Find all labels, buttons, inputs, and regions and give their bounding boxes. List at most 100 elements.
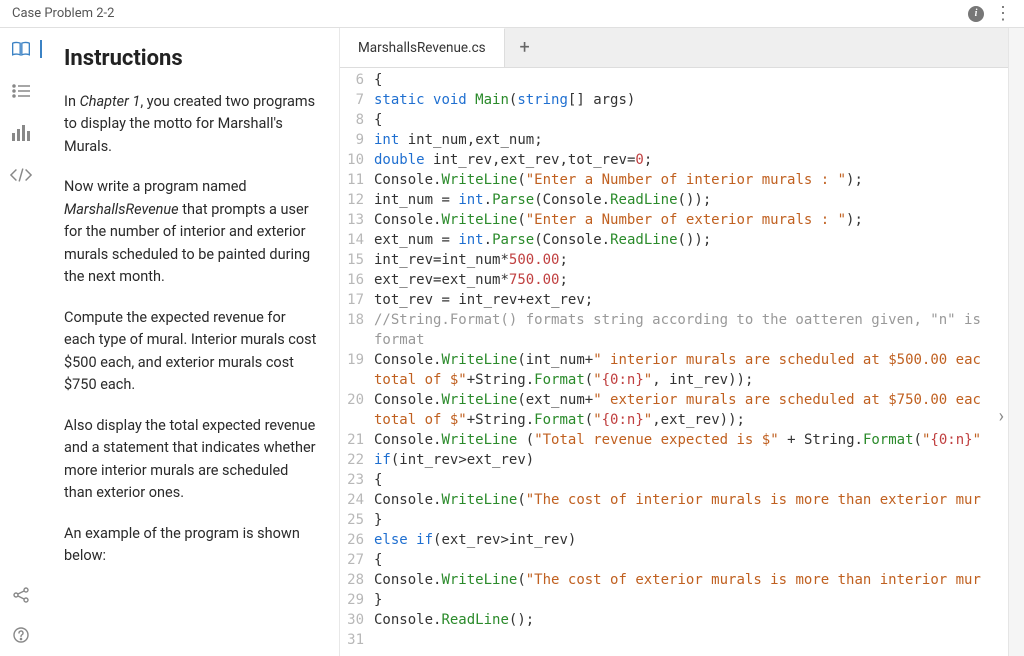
code-line[interactable]: 17tot_rev = int_rev+ext_rev; <box>340 290 1008 310</box>
code-line[interactable]: 14ext_num = int.Parse(Console.ReadLine()… <box>340 230 1008 250</box>
line-number: 26 <box>340 530 374 550</box>
instructions-paragraph: Now write a program named MarshallsReven… <box>64 176 317 288</box>
code-line[interactable]: 25} <box>340 510 1008 530</box>
tab-add-button[interactable]: + <box>505 28 545 67</box>
code-content[interactable]: if(int_rev>ext_rev) <box>374 450 1008 470</box>
code-content[interactable]: Console.WriteLine(ext_num+" exterior mur… <box>374 390 1008 410</box>
editor-area: MarshallsRevenue.cs + › 6{7static void M… <box>340 28 1008 656</box>
code-line[interactable]: total of $"+String.Format("{0:n}", int_r… <box>340 370 1008 390</box>
code-line[interactable]: 19Console.WriteLine(int_num+" interior m… <box>340 350 1008 370</box>
line-number: 9 <box>340 130 374 150</box>
line-number: 20 <box>340 390 374 410</box>
line-number: 7 <box>340 90 374 110</box>
code-content[interactable]: { <box>374 470 1008 490</box>
code-content[interactable]: { <box>374 550 1008 570</box>
code-line[interactable]: 22if(int_rev>ext_rev) <box>340 450 1008 470</box>
title-bar: Case Problem 2-2 i ⋮ <box>0 0 1024 28</box>
expand-caret-icon[interactable]: › <box>999 406 1004 427</box>
code-content[interactable]: double int_rev,ext_rev,tot_rev=0; <box>374 150 1008 170</box>
code-content[interactable]: else if(ext_rev>int_rev) <box>374 530 1008 550</box>
info-icon[interactable]: i <box>968 6 984 22</box>
line-number: 15 <box>340 250 374 270</box>
code-line[interactable]: 31 <box>340 630 1008 650</box>
code-content[interactable]: Console.WriteLine ("Total revenue expect… <box>374 430 1008 450</box>
line-number: 17 <box>340 290 374 310</box>
code-line[interactable]: 24Console.WriteLine("The cost of interio… <box>340 490 1008 510</box>
instructions-panel: Instructions In Chapter 1, you created t… <box>42 28 340 656</box>
code-content[interactable]: int_rev=int_num*500.00; <box>374 250 1008 270</box>
code-line[interactable]: 13Console.WriteLine("Enter a Number of e… <box>340 210 1008 230</box>
line-number: 19 <box>340 350 374 370</box>
code-line[interactable]: 16ext_rev=ext_num*750.00; <box>340 270 1008 290</box>
menu-dots-icon[interactable]: ⋮ <box>994 3 1012 24</box>
code-icon[interactable] <box>10 164 32 186</box>
code-content[interactable]: ext_rev=ext_num*750.00; <box>374 270 1008 290</box>
code-line[interactable]: 6{ <box>340 70 1008 90</box>
instructions-heading: Instructions <box>64 46 317 71</box>
iconbar-active-indicator <box>40 40 42 58</box>
code-line[interactable]: 21Console.WriteLine ("Total revenue expe… <box>340 430 1008 450</box>
code-line[interactable]: total of $"+String.Format("{0:n}",ext_re… <box>340 410 1008 430</box>
code-content[interactable]: int int_num,ext_num; <box>374 130 1008 150</box>
code-line[interactable]: 28Console.WriteLine("The cost of exterio… <box>340 570 1008 590</box>
line-number <box>340 330 374 350</box>
code-content[interactable]: total of $"+String.Format("{0:n}",ext_re… <box>374 410 1008 430</box>
plus-icon: + <box>520 37 530 58</box>
line-number <box>340 410 374 430</box>
help-icon[interactable] <box>10 624 32 646</box>
line-number: 29 <box>340 590 374 610</box>
code-line[interactable]: 26else if(ext_rev>int_rev) <box>340 530 1008 550</box>
code-content[interactable]: //String.Format() formats string accordi… <box>374 310 1008 330</box>
code-content[interactable]: Console.WriteLine(int_num+" interior mur… <box>374 350 1008 370</box>
code-line[interactable]: 12int_num = int.Parse(Console.ReadLine()… <box>340 190 1008 210</box>
page-title: Case Problem 2-2 <box>12 6 114 21</box>
code-line[interactable]: 11Console.WriteLine("Enter a Number of i… <box>340 170 1008 190</box>
line-number: 12 <box>340 190 374 210</box>
code-line[interactable]: 9int int_num,ext_num; <box>340 130 1008 150</box>
code-content[interactable]: Console.WriteLine("Enter a Number of ext… <box>374 210 1008 230</box>
code-content[interactable]: ext_num = int.Parse(Console.ReadLine()); <box>374 230 1008 250</box>
line-number: 22 <box>340 450 374 470</box>
book-icon[interactable] <box>10 38 32 60</box>
line-number: 11 <box>340 170 374 190</box>
line-number: 23 <box>340 470 374 490</box>
right-scrollbar-track[interactable] <box>1008 28 1024 656</box>
code-content[interactable]: total of $"+String.Format("{0:n}", int_r… <box>374 370 1008 390</box>
code-content[interactable]: Console.WriteLine("The cost of exterior … <box>374 570 1008 590</box>
code-line[interactable]: 30Console.ReadLine(); <box>340 610 1008 630</box>
code-line[interactable]: 7static void Main(string[] args) <box>340 90 1008 110</box>
code-line[interactable]: 8{ <box>340 110 1008 130</box>
tab-file[interactable]: MarshallsRevenue.cs <box>340 28 505 67</box>
code-line[interactable]: 23{ <box>340 470 1008 490</box>
code-line[interactable]: format <box>340 330 1008 350</box>
code-content[interactable] <box>374 630 1008 650</box>
code-content[interactable]: } <box>374 590 1008 610</box>
line-number: 13 <box>340 210 374 230</box>
code-content[interactable]: int_num = int.Parse(Console.ReadLine()); <box>374 190 1008 210</box>
line-number: 28 <box>340 570 374 590</box>
line-number: 21 <box>340 430 374 450</box>
line-number: 14 <box>340 230 374 250</box>
code-content[interactable]: { <box>374 110 1008 130</box>
code-viewport[interactable]: › 6{7static void Main(string[] args)8{9i… <box>340 68 1008 656</box>
chart-icon[interactable] <box>10 122 32 144</box>
line-number: 18 <box>340 310 374 330</box>
code-line[interactable]: 29} <box>340 590 1008 610</box>
left-iconbar <box>0 28 42 656</box>
line-number: 24 <box>340 490 374 510</box>
code-content[interactable]: { <box>374 70 1008 90</box>
share-icon[interactable] <box>10 584 32 606</box>
code-content[interactable]: Console.WriteLine("The cost of interior … <box>374 490 1008 510</box>
code-line[interactable]: 27{ <box>340 550 1008 570</box>
code-content[interactable]: format <box>374 330 1008 350</box>
code-line[interactable]: 18//String.Format() formats string accor… <box>340 310 1008 330</box>
code-content[interactable]: } <box>374 510 1008 530</box>
code-line[interactable]: 10double int_rev,ext_rev,tot_rev=0; <box>340 150 1008 170</box>
code-content[interactable]: Console.ReadLine(); <box>374 610 1008 630</box>
code-line[interactable]: 20Console.WriteLine(ext_num+" exterior m… <box>340 390 1008 410</box>
code-content[interactable]: static void Main(string[] args) <box>374 90 1008 110</box>
code-content[interactable]: Console.WriteLine("Enter a Number of int… <box>374 170 1008 190</box>
list-icon[interactable] <box>10 80 32 102</box>
code-content[interactable]: tot_rev = int_rev+ext_rev; <box>374 290 1008 310</box>
code-line[interactable]: 15int_rev=int_num*500.00; <box>340 250 1008 270</box>
